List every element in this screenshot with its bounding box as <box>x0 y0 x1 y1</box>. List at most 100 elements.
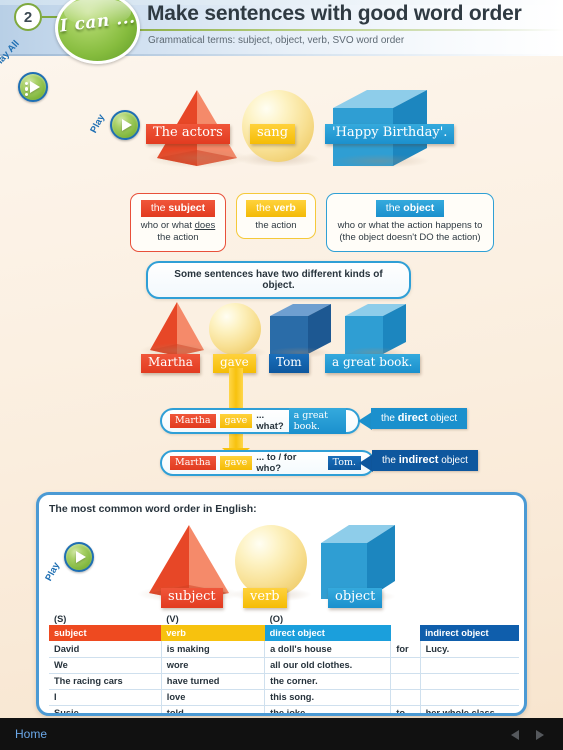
play-all-button[interactable] <box>18 72 48 102</box>
table-row: Susie told the joke to her whole class. <box>49 705 519 713</box>
mini-tag-verb-direct: gave <box>219 413 253 429</box>
table-header-subject: subject <box>49 624 162 641</box>
mini-tag-subject-direct: Martha <box>170 413 216 429</box>
definition-box-subject: the subject who or what does the action <box>130 193 226 252</box>
cell-subject: We <box>49 657 162 674</box>
tag-a-great-book: a great book. <box>325 354 420 373</box>
shape-cube-a-great-book <box>340 302 410 358</box>
callout-indirect-object: the indirect object <box>372 450 478 471</box>
cell-direct-object: the joke <box>264 705 392 713</box>
table-note-p <box>391 611 420 625</box>
cell-direct-object: the corner. <box>264 673 392 690</box>
panel-tag-object: object <box>328 588 383 608</box>
mini-tag-answer-direct: a great book. <box>288 408 346 434</box>
shape-pyramid-martha <box>140 300 214 358</box>
panel-play-button[interactable] <box>64 542 94 572</box>
table-header-verb: verb <box>161 624 265 641</box>
i-can-badge: I can ... <box>55 0 140 64</box>
panel-tag-verb: verb <box>243 588 287 608</box>
page-title: Make sentences with good word order <box>147 2 522 25</box>
tag-martha: Martha <box>141 354 200 373</box>
cell-subject: Susie <box>49 705 162 713</box>
definition-box-verb: the verb the action <box>236 193 316 240</box>
cell-direct-object: a doll's house <box>264 641 392 658</box>
pyramid-shadow <box>146 148 249 168</box>
cell-indirect-object: her whole class. <box>420 705 519 713</box>
table-note-row: (S) (V) (O) <box>49 611 519 625</box>
cell-preposition <box>390 689 421 706</box>
cell-verb: love <box>161 689 266 706</box>
table-row: We wore all our old clothes. <box>49 657 519 674</box>
definition-head-object: the object <box>375 200 445 217</box>
page-header: 2 I can ... Make sentences with good wor… <box>0 0 563 64</box>
definition-body-object: who or what the action happens to (the ob… <box>337 219 483 244</box>
indirect-object-sentence: Martha gave ... to / for who? Tom. <box>160 450 375 476</box>
cube-shadow <box>330 154 430 168</box>
cell-indirect-object: Lucy. <box>420 641 519 658</box>
cell-preposition: to <box>390 705 421 713</box>
question-text-direct: ... what? <box>256 410 284 432</box>
cell-verb: wore <box>161 657 266 674</box>
cell-direct-object: all our old clothes. <box>264 657 392 674</box>
definition-body-verb: the action <box>255 219 297 231</box>
cell-subject: The racing cars <box>49 673 162 690</box>
cell-verb: have turned <box>161 673 266 690</box>
page-canvas: 2 I can ... Make sentences with good wor… <box>0 0 563 750</box>
table-note-o: (O) <box>269 613 284 624</box>
table-row: The racing cars have turned the corner. <box>49 673 519 690</box>
cell-subject: I <box>49 689 162 706</box>
panel-tag-subject: subject <box>161 588 223 608</box>
cell-preposition <box>390 657 421 674</box>
cell-verb: is making <box>161 641 266 658</box>
panel-sphere-body <box>235 525 307 597</box>
table-note-v: (V) <box>166 613 179 624</box>
triangle-right-icon[interactable] <box>536 730 544 740</box>
table-header-spacer <box>391 625 420 642</box>
table-row: I love this song. <box>49 689 519 706</box>
home-link[interactable]: Home <box>15 727 47 741</box>
definition-head-subject: the subject <box>140 200 216 217</box>
play-sentence-1-label: Play <box>88 112 108 135</box>
page-subtitle: Grammatical terms: subject, object, verb… <box>148 35 405 46</box>
mini-tag-verb-indirect: gave <box>219 455 253 471</box>
table-header-direct-object: direct object <box>264 624 391 641</box>
tag-tom: Tom <box>269 354 309 373</box>
cell-indirect-object <box>420 657 519 674</box>
cell-preposition <box>390 673 421 690</box>
table-header-indirect-object: indirect object <box>420 624 519 641</box>
table-header-row: subject verb direct object indirect obje… <box>49 624 519 642</box>
cell-subject: David <box>49 641 162 658</box>
panel-play-label: Play <box>43 560 63 583</box>
table-note-s: (S) <box>54 613 67 624</box>
word-order-table: (S) (V) (O) subject verb direct object i… <box>49 611 519 713</box>
callout-direct-object: the direct object <box>371 408 468 429</box>
cell-indirect-object <box>420 689 519 706</box>
word-order-panel: The most common word order in English: s… <box>36 492 527 716</box>
question-text-indirect: ... to / for who? <box>256 452 297 474</box>
play-dots-icon <box>25 82 29 97</box>
mini-tag-subject-indirect: Martha <box>170 455 216 471</box>
cell-verb: told <box>161 705 266 713</box>
play-sentence-1-button[interactable] <box>110 110 140 140</box>
definition-head-verb: the verb <box>246 200 306 217</box>
arrow-tip-indirect <box>359 454 373 472</box>
info-banner: Some sentences have two different kinds … <box>146 261 411 299</box>
shape-sphere-gave <box>205 303 267 359</box>
table-row: David is making a doll's house for Lucy. <box>49 641 519 658</box>
bottom-navigation-bar: Home <box>0 718 563 750</box>
arrow-tip-direct <box>358 412 372 430</box>
triangle-left-icon[interactable] <box>511 730 519 740</box>
cell-indirect-object <box>420 673 519 690</box>
direct-object-sentence: Martha gave ... what? a great book. <box>160 408 360 434</box>
unit-number-badge: 2 <box>14 3 42 31</box>
table-note-i <box>420 611 519 625</box>
definition-body-subject: who or what does the action <box>140 219 216 244</box>
cell-preposition: for <box>390 641 421 658</box>
tag-the-actors: The actors <box>146 124 230 144</box>
tag-happy-birthday: 'Happy Birthday'. <box>325 124 455 144</box>
sphere-body-2 <box>209 303 261 355</box>
mini-tag-answer-indirect: Tom. <box>327 455 361 471</box>
panel-title: The most common word order in English: <box>49 503 257 515</box>
tag-sang: sang <box>250 124 296 144</box>
cell-direct-object: this song. <box>264 689 392 706</box>
